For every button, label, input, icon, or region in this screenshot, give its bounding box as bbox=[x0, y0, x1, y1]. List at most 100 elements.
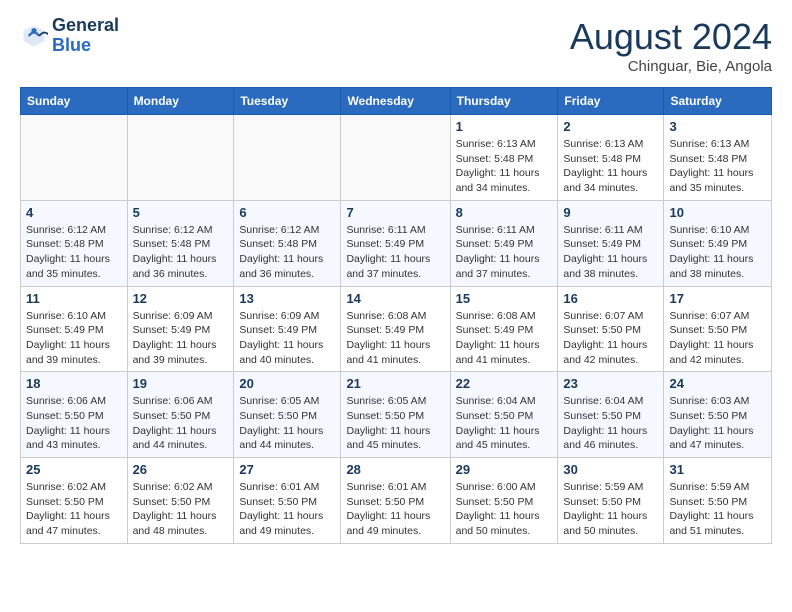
calendar-cell: 23 Sunrise: 6:04 AM Sunset: 5:50 PM Dayli… bbox=[558, 372, 664, 458]
day-info: Sunrise: 6:09 AM Sunset: 5:49 PM Dayligh… bbox=[133, 309, 229, 368]
day-number: 29 bbox=[456, 462, 553, 477]
day-info: Sunrise: 6:09 AM Sunset: 5:49 PM Dayligh… bbox=[239, 309, 335, 368]
logo-text-block: General Blue bbox=[52, 16, 119, 56]
day-number: 11 bbox=[26, 291, 122, 306]
day-number: 26 bbox=[133, 462, 229, 477]
calendar-cell: 12Sunrise: 6:09 AM Sunset: 5:49 PM Dayli… bbox=[127, 286, 234, 372]
calendar-cell: 5Sunrise: 6:12 AM Sunset: 5:48 PM Daylig… bbox=[127, 200, 234, 286]
calendar-cell: 26 Sunrise: 6:02 AM Sunset: 5:50 PM Dayli… bbox=[127, 458, 234, 544]
calendar-cell: 9 Sunrise: 6:11 AM Sunset: 5:49 PM Daylig… bbox=[558, 200, 664, 286]
day-info: Sunrise: 6:07 AM Sunset: 5:50 PM Dayligh… bbox=[669, 309, 766, 368]
calendar-cell: 11 Sunrise: 6:10 AM Sunset: 5:49 PM Dayli… bbox=[21, 286, 128, 372]
day-number: 1 bbox=[456, 119, 553, 134]
day-number: 30 bbox=[563, 462, 658, 477]
calendar-cell bbox=[21, 115, 128, 201]
weekday-header-wednesday: Wednesday bbox=[341, 88, 450, 115]
logo-blue: Blue bbox=[52, 35, 91, 55]
weekday-header-monday: Monday bbox=[127, 88, 234, 115]
day-number: 19 bbox=[133, 376, 229, 391]
day-number: 4 bbox=[26, 205, 122, 220]
header: General Blue August 2024 Chinguar, Bie, … bbox=[20, 16, 772, 75]
day-number: 18 bbox=[26, 376, 122, 391]
day-info: Sunrise: 6:12 AM Sunset: 5:48 PM Dayligh… bbox=[26, 223, 122, 282]
calendar-cell: 7Sunrise: 6:11 AM Sunset: 5:49 PM Daylig… bbox=[341, 200, 450, 286]
calendar-cell: 16 Sunrise: 6:07 AM Sunset: 5:50 PM Dayli… bbox=[558, 286, 664, 372]
day-number: 3 bbox=[669, 119, 766, 134]
day-number: 27 bbox=[239, 462, 335, 477]
page: General Blue August 2024 Chinguar, Bie, … bbox=[0, 0, 792, 560]
calendar-cell: 1 Sunrise: 6:13 AM Sunset: 5:48 PM Daylig… bbox=[450, 115, 558, 201]
day-info: Sunrise: 6:11 AM Sunset: 5:49 PM Dayligh… bbox=[456, 223, 553, 282]
calendar-cell: 31 Sunrise: 5:59 AM Sunset: 5:50 PM Dayli… bbox=[664, 458, 772, 544]
weekday-header-thursday: Thursday bbox=[450, 88, 558, 115]
day-info: Sunrise: 6:04 AM Sunset: 5:50 PM Dayligh… bbox=[563, 394, 658, 453]
day-info: Sunrise: 6:13 AM Sunset: 5:48 PM Dayligh… bbox=[669, 137, 766, 196]
calendar-cell: 29 Sunrise: 6:00 AM Sunset: 5:50 PM Dayli… bbox=[450, 458, 558, 544]
day-number: 16 bbox=[563, 291, 658, 306]
calendar-week-3: 11 Sunrise: 6:10 AM Sunset: 5:49 PM Dayli… bbox=[21, 286, 772, 372]
day-number: 2 bbox=[563, 119, 658, 134]
day-number: 17 bbox=[669, 291, 766, 306]
calendar-cell: 28 Sunrise: 6:01 AM Sunset: 5:50 PM Dayli… bbox=[341, 458, 450, 544]
day-info: Sunrise: 6:08 AM Sunset: 5:49 PM Dayligh… bbox=[346, 309, 444, 368]
calendar-cell: 6 Sunrise: 6:12 AM Sunset: 5:48 PM Daylig… bbox=[234, 200, 341, 286]
calendar-cell: 3 Sunrise: 6:13 AM Sunset: 5:48 PM Daylig… bbox=[664, 115, 772, 201]
day-number: 25 bbox=[26, 462, 122, 477]
day-info: Sunrise: 5:59 AM Sunset: 5:50 PM Dayligh… bbox=[669, 480, 766, 539]
day-info: Sunrise: 6:00 AM Sunset: 5:50 PM Dayligh… bbox=[456, 480, 553, 539]
calendar-cell: 20 Sunrise: 6:05 AM Sunset: 5:50 PM Dayli… bbox=[234, 372, 341, 458]
day-number: 28 bbox=[346, 462, 444, 477]
day-number: 24 bbox=[669, 376, 766, 391]
day-info: Sunrise: 5:59 AM Sunset: 5:50 PM Dayligh… bbox=[563, 480, 658, 539]
weekday-header-friday: Friday bbox=[558, 88, 664, 115]
calendar-cell: 21 Sunrise: 6:05 AM Sunset: 5:50 PM Dayli… bbox=[341, 372, 450, 458]
day-number: 15 bbox=[456, 291, 553, 306]
day-number: 6 bbox=[239, 205, 335, 220]
day-number: 22 bbox=[456, 376, 553, 391]
calendar-cell: 25 Sunrise: 6:02 AM Sunset: 5:50 PM Dayli… bbox=[21, 458, 128, 544]
day-info: Sunrise: 6:13 AM Sunset: 5:48 PM Dayligh… bbox=[563, 137, 658, 196]
day-number: 13 bbox=[239, 291, 335, 306]
day-info: Sunrise: 6:10 AM Sunset: 5:49 PM Dayligh… bbox=[26, 309, 122, 368]
day-info: Sunrise: 6:01 AM Sunset: 5:50 PM Dayligh… bbox=[239, 480, 335, 539]
day-number: 9 bbox=[563, 205, 658, 220]
day-info: Sunrise: 6:12 AM Sunset: 5:48 PM Dayligh… bbox=[239, 223, 335, 282]
day-number: 23 bbox=[563, 376, 658, 391]
day-info: Sunrise: 6:05 AM Sunset: 5:50 PM Dayligh… bbox=[239, 394, 335, 453]
day-number: 21 bbox=[346, 376, 444, 391]
day-number: 8 bbox=[456, 205, 553, 220]
calendar-cell bbox=[341, 115, 450, 201]
month-title: August 2024 bbox=[570, 16, 772, 58]
day-number: 7 bbox=[346, 205, 444, 220]
day-number: 20 bbox=[239, 376, 335, 391]
calendar-cell bbox=[127, 115, 234, 201]
day-number: 10 bbox=[669, 205, 766, 220]
weekday-header-tuesday: Tuesday bbox=[234, 88, 341, 115]
day-number: 31 bbox=[669, 462, 766, 477]
day-info: Sunrise: 6:05 AM Sunset: 5:50 PM Dayligh… bbox=[346, 394, 444, 453]
day-info: Sunrise: 6:07 AM Sunset: 5:50 PM Dayligh… bbox=[563, 309, 658, 368]
logo-general: General bbox=[52, 16, 119, 36]
day-info: Sunrise: 6:04 AM Sunset: 5:50 PM Dayligh… bbox=[456, 394, 553, 453]
day-info: Sunrise: 6:01 AM Sunset: 5:50 PM Dayligh… bbox=[346, 480, 444, 539]
day-info: Sunrise: 6:08 AM Sunset: 5:49 PM Dayligh… bbox=[456, 309, 553, 368]
calendar-cell: 30 Sunrise: 5:59 AM Sunset: 5:50 PM Dayli… bbox=[558, 458, 664, 544]
title-block: August 2024 Chinguar, Bie, Angola bbox=[570, 16, 772, 75]
calendar: SundayMondayTuesdayWednesdayThursdayFrid… bbox=[20, 87, 772, 544]
day-info: Sunrise: 6:06 AM Sunset: 5:50 PM Dayligh… bbox=[133, 394, 229, 453]
day-info: Sunrise: 6:13 AM Sunset: 5:48 PM Dayligh… bbox=[456, 137, 553, 196]
day-info: Sunrise: 6:11 AM Sunset: 5:49 PM Dayligh… bbox=[563, 223, 658, 282]
calendar-cell: 17 Sunrise: 6:07 AM Sunset: 5:50 PM Dayli… bbox=[664, 286, 772, 372]
day-info: Sunrise: 6:10 AM Sunset: 5:49 PM Dayligh… bbox=[669, 223, 766, 282]
day-info: Sunrise: 6:02 AM Sunset: 5:50 PM Dayligh… bbox=[133, 480, 229, 539]
calendar-cell: 4 Sunrise: 6:12 AM Sunset: 5:48 PM Daylig… bbox=[21, 200, 128, 286]
calendar-cell: 19 Sunrise: 6:06 AM Sunset: 5:50 PM Dayli… bbox=[127, 372, 234, 458]
calendar-cell: 27 Sunrise: 6:01 AM Sunset: 5:50 PM Dayli… bbox=[234, 458, 341, 544]
logo-icon bbox=[20, 22, 48, 50]
calendar-cell: 8 Sunrise: 6:11 AM Sunset: 5:49 PM Daylig… bbox=[450, 200, 558, 286]
location: Chinguar, Bie, Angola bbox=[570, 58, 772, 75]
calendar-week-5: 25 Sunrise: 6:02 AM Sunset: 5:50 PM Dayli… bbox=[21, 458, 772, 544]
day-info: Sunrise: 6:03 AM Sunset: 5:50 PM Dayligh… bbox=[669, 394, 766, 453]
day-info: Sunrise: 6:06 AM Sunset: 5:50 PM Dayligh… bbox=[26, 394, 122, 453]
day-info: Sunrise: 6:02 AM Sunset: 5:50 PM Dayligh… bbox=[26, 480, 122, 539]
